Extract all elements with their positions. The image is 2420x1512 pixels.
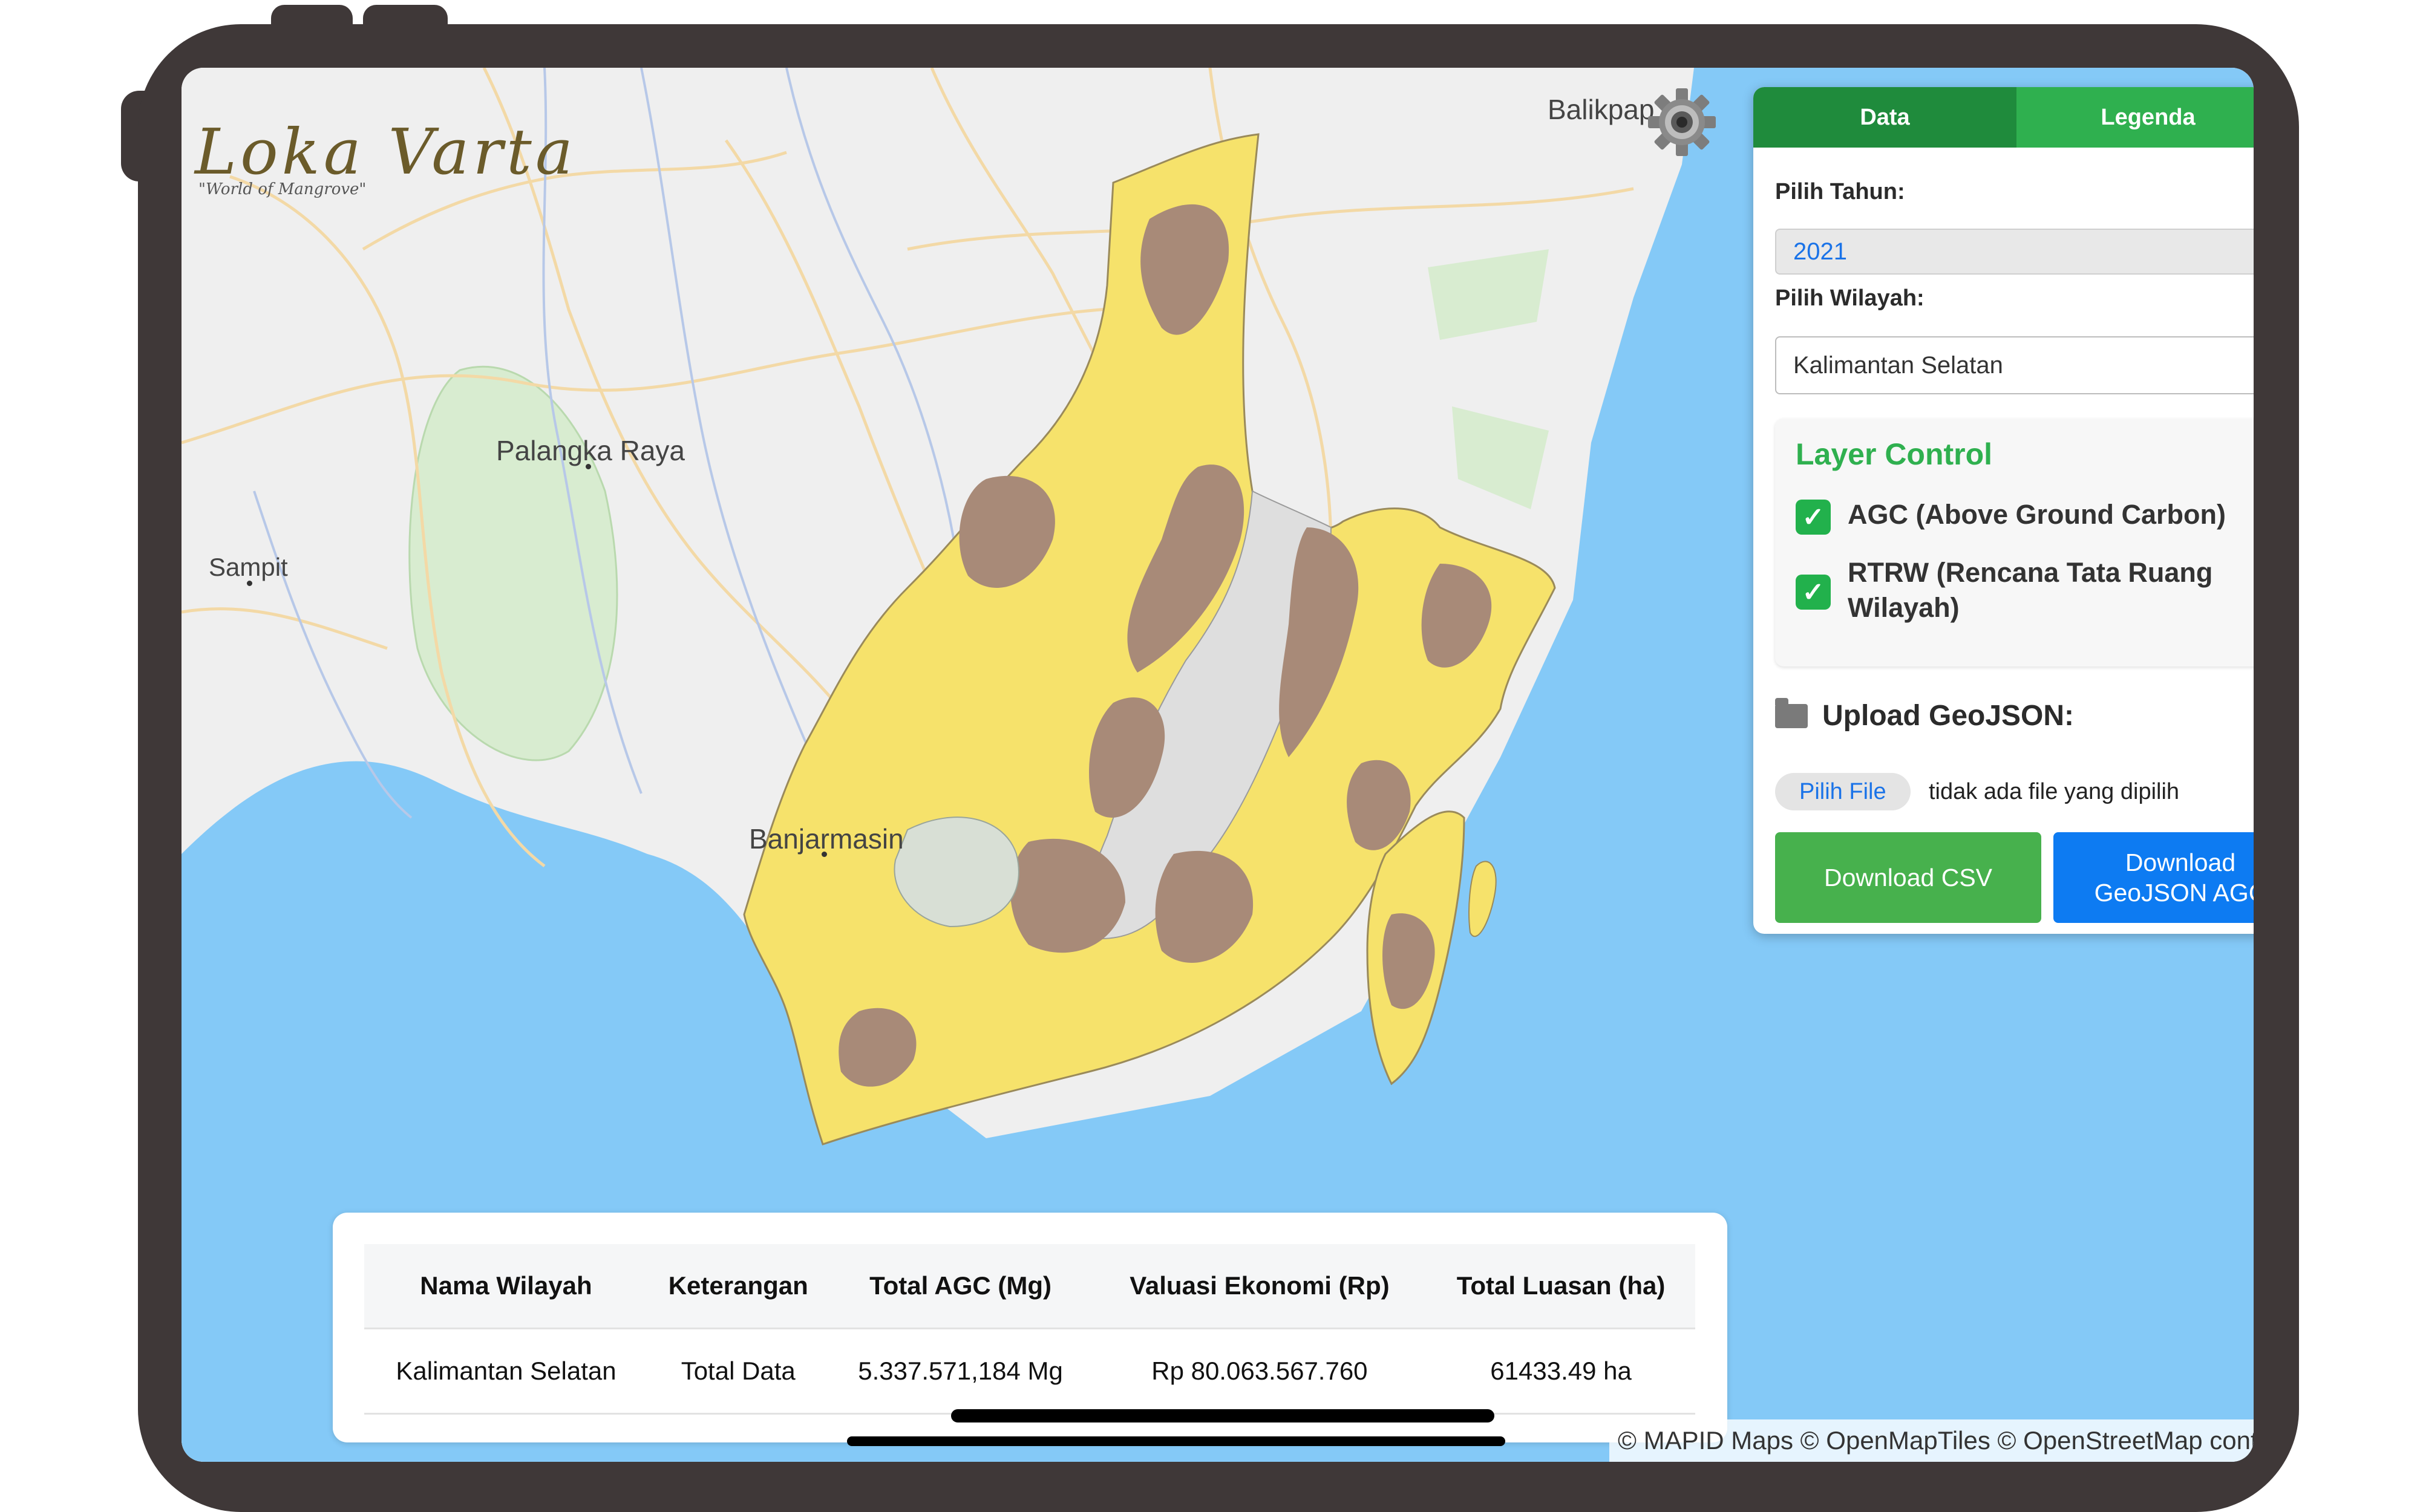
- folder-icon: [1775, 697, 1808, 728]
- header-valuasi-ekonomi: Valuasi Ekonomi (Rp): [1092, 1244, 1427, 1329]
- app-logo: Loka Varta "World of Mangrove": [195, 115, 577, 198]
- layer-agc-checkbox[interactable]: ✓: [1796, 500, 1831, 535]
- cell-valuasi-ekonomi: Rp 80.063.567.760: [1092, 1328, 1427, 1415]
- layer-rtrw-checkbox[interactable]: ✓: [1796, 575, 1831, 610]
- tab-data[interactable]: Data: [1753, 87, 2016, 148]
- file-status-text: tidak ada file yang dipilih: [1929, 778, 2180, 804]
- year-select-value: 2021: [1793, 238, 1847, 265]
- map-label-banjarmasin: Banjarmasin: [749, 823, 904, 855]
- header-nama-wilayah: Nama Wilayah: [364, 1244, 649, 1329]
- cell-keterangan: Total Data: [648, 1328, 829, 1415]
- region-select[interactable]: Kalimantan Selatan: [1775, 336, 2254, 394]
- summary-table-card: Nama Wilayah Keterangan Total AGC (Mg) V…: [333, 1213, 1727, 1442]
- download-csv-button[interactable]: Download CSV: [1775, 832, 2041, 923]
- control-panel: Data Legenda Pilih Tahun: 2021 Pilih Wil…: [1753, 87, 2254, 934]
- layer-rtrw-label: RTRW (Rencana Tata Ruang Wilayah): [1848, 557, 2213, 623]
- city-marker-sampit: [247, 581, 252, 586]
- layer-agc-row[interactable]: ✓ AGC (Above Ground Carbon): [1796, 497, 2254, 535]
- upload-geojson-title: Upload GeoJSON:: [1775, 697, 2075, 732]
- upload-geojson-label: Upload GeoJSON:: [1822, 700, 2075, 732]
- layer-rtrw-row[interactable]: ✓ RTRW (Rencana Tata Ruang Wilayah): [1796, 555, 2254, 625]
- region-label: Pilih Wilayah:: [1775, 285, 1925, 311]
- map-label-sampit: Sampit: [209, 553, 288, 581]
- map-label-balikpapan: Balikpap: [1548, 94, 1655, 125]
- header-total-luasan: Total Luasan (ha): [1427, 1244, 1695, 1329]
- region-select-value: Kalimantan Selatan: [1793, 351, 2003, 379]
- choose-file-button[interactable]: Pilih File: [1775, 773, 1911, 810]
- app-screen: Balikpap Palangka Raya Sampit Banjarmasi…: [182, 68, 2254, 1462]
- year-select[interactable]: 2021: [1775, 229, 2254, 275]
- cell-total-agc: 5.337.571,184 Mg: [828, 1328, 1093, 1415]
- scroll-indicator: [951, 1409, 1494, 1422]
- cell-total-luasan: 61433.49 ha: [1427, 1328, 1695, 1415]
- panel-tabs: Data Legenda: [1753, 87, 2254, 148]
- table-row: Kalimantan Selatan Total Data 5.337.571,…: [364, 1328, 1695, 1415]
- map-attribution[interactable]: © MAPID Maps © OpenMapTiles © OpenStreet…: [1609, 1419, 2254, 1462]
- city-marker-banjarmasin: [822, 852, 827, 857]
- home-indicator[interactable]: [847, 1436, 1505, 1446]
- city-marker-palangka-raya: [586, 464, 591, 469]
- cell-nama-wilayah: Kalimantan Selatan: [364, 1328, 649, 1415]
- map-label-palangka-raya: Palangka Raya: [496, 435, 685, 466]
- layer-control: Layer Control ✓ AGC (Above Ground Carbon…: [1775, 419, 2254, 666]
- settings-gear-icon[interactable]: [1646, 86, 1718, 158]
- download-geojson-button[interactable]: Download GeoJSON AGC: [2053, 832, 2254, 923]
- year-label: Pilih Tahun:: [1775, 179, 1905, 204]
- layer-control-title: Layer Control: [1796, 437, 1993, 471]
- logo-text: Loka Varta: [195, 115, 577, 189]
- tab-legenda[interactable]: Legenda: [2016, 87, 2254, 148]
- table-header-row: Nama Wilayah Keterangan Total AGC (Mg) V…: [364, 1244, 1695, 1329]
- summary-table: Nama Wilayah Keterangan Total AGC (Mg) V…: [364, 1244, 1695, 1415]
- header-total-agc: Total AGC (Mg): [828, 1244, 1093, 1329]
- header-keterangan: Keterangan: [648, 1244, 829, 1329]
- layer-agc-label: AGC (Above Ground Carbon): [1848, 499, 2226, 530]
